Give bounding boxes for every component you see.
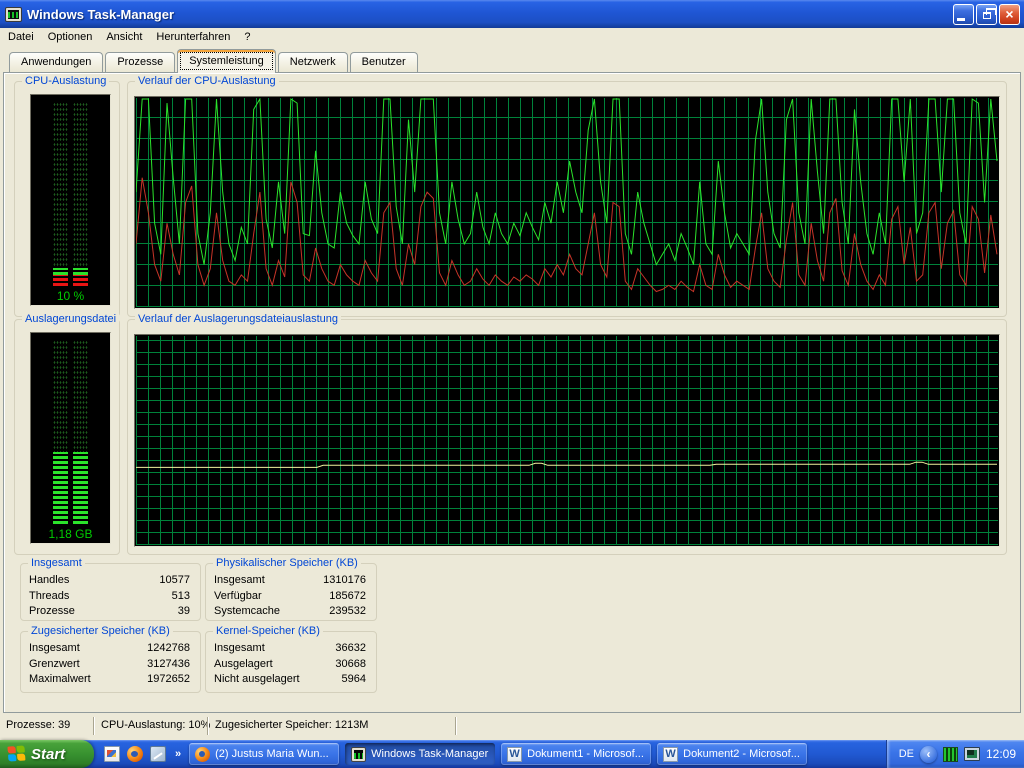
pagefile-gauge-title: Auslagerungsdatei [22, 313, 119, 325]
menu-datei[interactable]: Datei [1, 29, 41, 45]
document-icon[interactable] [104, 746, 120, 762]
stat-row: Grenzwert3127436 [21, 657, 200, 673]
window-title: Windows Task-Manager [27, 7, 951, 22]
pagefile-led-column [73, 340, 88, 524]
word-icon [663, 747, 678, 762]
tab-benutzer[interactable]: Benutzer [350, 52, 418, 72]
system-tray: DE ‹ 12:09 [886, 740, 1024, 768]
stat-row: Insgesamt1310176 [206, 573, 376, 589]
stat-row: Insgesamt36632 [206, 641, 376, 657]
statusbar: Prozesse: 39 CPU-Auslastung: 10% Zugesic… [0, 713, 1024, 740]
tabstrip: Anwendungen Prozesse Systemleistung Netz… [0, 46, 1024, 72]
pagefile-gauge-groupbox: Auslagerungsdatei 1,18 GB [14, 319, 120, 555]
tab-prozesse[interactable]: Prozesse [105, 52, 175, 72]
minimize-button[interactable] [953, 4, 974, 25]
commit-charge-title: Zugesicherter Speicher (KB) [28, 625, 173, 637]
tab-systemleistung[interactable]: Systemleistung [177, 49, 276, 73]
pagefile-history-groupbox: Verlauf der Auslagerungsdateiauslastung [127, 319, 1007, 555]
restore-icon [983, 12, 991, 19]
cpu-gauge-screen: 10 % [30, 94, 111, 306]
titlebar[interactable]: Windows Task-Manager × [0, 0, 1024, 28]
firefox-icon[interactable] [127, 746, 143, 762]
minimize-icon [957, 18, 965, 21]
task-manager-tray-icon[interactable] [943, 747, 958, 762]
firefox-icon [195, 747, 210, 762]
quick-launch-overflow-chevron-icon[interactable]: » [173, 748, 181, 760]
menu-help[interactable]: ? [237, 29, 257, 45]
task-manager-window: Windows Task-Manager × Datei Optionen An… [0, 0, 1024, 740]
windows-logo-icon [7, 745, 26, 762]
stat-row: Handles10577 [21, 573, 200, 589]
stat-row: Ausgelagert30668 [206, 657, 376, 673]
stat-row: Insgesamt1242768 [21, 641, 200, 657]
stat-row: Maximalwert1972652 [21, 672, 200, 688]
close-icon: × [1005, 7, 1013, 21]
physical-memory-title: Physikalischer Speicher (KB) [213, 557, 361, 569]
menu-ansicht[interactable]: Ansicht [99, 29, 149, 45]
status-commit-charge: Zugesicherter Speicher: 1213M [209, 716, 455, 736]
kernel-memory-groupbox: Kernel-Speicher (KB) Insgesamt36632 Ausg… [205, 631, 377, 693]
taskbar-item-dokument2[interactable]: Dokument2 - Microsof... [657, 743, 807, 765]
taskbar-item-firefox[interactable]: (2) Justus Maria Wun... [189, 743, 339, 765]
commit-charge-groupbox: Zugesicherter Speicher (KB) Insgesamt124… [20, 631, 201, 693]
start-button[interactable]: Start [0, 740, 94, 768]
taskbar-buttons: (2) Justus Maria Wun... Windows Task-Man… [189, 743, 886, 765]
cpu-history-screen [134, 96, 1000, 309]
menubar: Datei Optionen Ansicht Herunterfahren ? [0, 28, 1024, 46]
status-cpu-usage: CPU-Auslastung: 10% [95, 716, 207, 736]
cpu-gauge-groupbox: CPU-Auslastung 10 % [14, 81, 120, 317]
tab-netzwerk[interactable]: Netzwerk [278, 52, 348, 72]
tab-anwendungen[interactable]: Anwendungen [9, 52, 103, 72]
totals-groupbox: Insgesamt Handles10577 Threads513 Prozes… [20, 563, 201, 621]
stat-row: Threads513 [21, 589, 200, 605]
cpu-history-groupbox: Verlauf der CPU-Auslastung [127, 81, 1007, 317]
kernel-memory-title: Kernel-Speicher (KB) [213, 625, 323, 637]
close-button[interactable]: × [999, 4, 1020, 25]
stat-row: Prozesse39 [21, 604, 200, 620]
taskbar-clock: 12:09 [986, 747, 1016, 761]
status-processes: Prozesse: 39 [0, 716, 93, 736]
cpu-history-grid [136, 98, 998, 307]
pagefile-gauge-value: 1,18 GB [31, 527, 110, 543]
language-indicator[interactable]: DE [899, 748, 914, 760]
pagefile-history-screen [134, 334, 1000, 547]
menu-optionen[interactable]: Optionen [41, 29, 100, 45]
physical-memory-groupbox: Physikalischer Speicher (KB) Insgesamt13… [205, 563, 377, 621]
menu-herunterfahren[interactable]: Herunterfahren [149, 29, 237, 45]
show-desktop-icon[interactable] [150, 746, 166, 762]
pagefile-history-grid [136, 336, 998, 545]
pagefile-history-chart [136, 336, 998, 545]
monitor-tray-icon[interactable] [964, 747, 980, 761]
taskbar-item-dokument1[interactable]: Dokument1 - Microsof... [501, 743, 651, 765]
totals-title: Insgesamt [28, 557, 85, 569]
start-label: Start [31, 746, 65, 763]
taskbar: Start » (2) Justus Maria Wun... Windows … [0, 740, 1024, 768]
pagefile-history-title: Verlauf der Auslagerungsdateiauslastung [135, 313, 341, 325]
stat-row: Systemcache239532 [206, 604, 376, 620]
tray-collapse-chevron-icon[interactable]: ‹ [920, 746, 937, 763]
stat-row: Nicht ausgelagert5964 [206, 672, 376, 688]
cpu-gauge-value: 10 % [31, 289, 110, 305]
cpu-led-column [73, 102, 88, 286]
cpu-gauge-title: CPU-Auslastung [22, 75, 109, 87]
restore-button[interactable] [976, 4, 997, 25]
taskbar-item-task-manager[interactable]: Windows Task-Manager [345, 743, 495, 765]
stat-row: Verfügbar185672 [206, 589, 376, 605]
word-icon [507, 747, 522, 762]
pagefile-gauge-screen: 1,18 GB [30, 332, 111, 544]
cpu-history-title: Verlauf der CPU-Auslastung [135, 75, 279, 87]
pagefile-led-column [53, 340, 68, 524]
performance-tab-panel: CPU-Auslastung 10 % Verlauf der CPU-Ausl… [3, 72, 1021, 713]
task-manager-icon [5, 7, 22, 22]
cpu-history-chart [136, 98, 998, 307]
cpu-led-column [53, 102, 68, 286]
task-manager-icon [351, 747, 366, 762]
quick-launch-bar: » [94, 746, 189, 762]
